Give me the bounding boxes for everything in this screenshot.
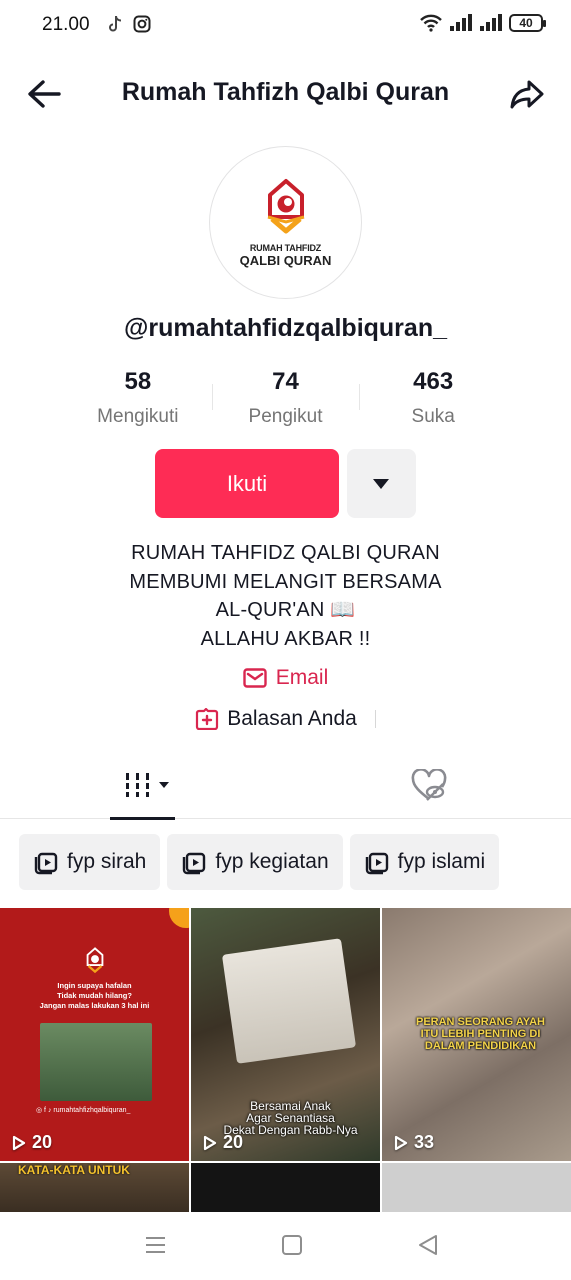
active-tab-underline	[110, 817, 175, 820]
profile-bio: RUMAH TAHFIDZ QALBI QURAN MEMBUMI MELANG…	[0, 539, 571, 653]
profile-header: Rumah Tahfizh Qalbi Quran	[0, 62, 571, 124]
your-replies-label: Balasan Anda	[227, 707, 357, 730]
playlist-label: fyp kegiatan	[215, 850, 329, 873]
divider	[374, 710, 376, 728]
share-button[interactable]	[507, 74, 547, 114]
thumbnail-logo-icon	[86, 947, 104, 974]
tab-liked-videos[interactable]	[410, 768, 448, 803]
avatar[interactable]: RUMAH TAHFIDZ QALBI QURAN	[209, 146, 362, 299]
video-thumbnail[interactable]	[191, 1163, 380, 1212]
play-icon	[12, 1135, 26, 1150]
stat-value: 74	[272, 368, 299, 395]
video-thumbnail[interactable]: KATA-KATA UNTUK	[0, 1163, 189, 1212]
envelope-icon	[243, 668, 267, 688]
video-thumbnail[interactable]: Ingin supaya hafalan Tidak mudah hilang?…	[0, 908, 189, 1161]
caret-down-icon	[373, 479, 389, 489]
playlist-chips: fyp sirah fyp kegiatan fyp islami	[19, 834, 500, 890]
view-count: 20	[203, 1132, 243, 1153]
follow-button[interactable]: Ikuti	[155, 449, 339, 518]
qalbi-quran-logo	[267, 179, 305, 234]
username: @rumahtahfidzqalbiquran_	[123, 314, 447, 342]
social-icons: ◎ f ♪	[36, 1107, 54, 1114]
thumbnail-handle: ◎ f ♪ rumahtahfizhqalbiquran_	[36, 1106, 130, 1114]
thumbnail-text-line: Tidak mudah hilang?	[57, 991, 132, 1000]
playlist-icon	[183, 852, 206, 875]
status-time: 21.00	[42, 14, 90, 35]
tab-videos[interactable]	[110, 757, 175, 820]
view-count: 20	[12, 1132, 52, 1153]
thumbnail-caption: PERAN SEORANG AYAH ITU LEBIH PENTING DI …	[400, 1016, 561, 1052]
signal-icon-2	[480, 14, 502, 31]
avatar-text-line2: QALBI QURAN	[239, 253, 332, 268]
thumbnail-caption-line: ITU LEBIH PENTING DI	[420, 1028, 541, 1040]
bio-line: AL-QUR'AN 📖	[215, 599, 356, 621]
home-icon[interactable]	[282, 1235, 302, 1255]
video-thumbnail[interactable]	[382, 1163, 571, 1212]
thumbnail-text-line: Jangan malas lakukan 3 hal ini	[39, 1001, 150, 1010]
bio-line: MEMBUMI MELANGIT BERSAMA	[129, 570, 442, 593]
video-thumbnail[interactable]: PERAN SEORANG AYAH ITU LEBIH PENTING DI …	[382, 908, 571, 1161]
thumbnail-caption: KATA-KATA UNTUK	[18, 1163, 130, 1177]
share-arrow-icon	[510, 80, 544, 109]
playlist-chip[interactable]: fyp sirah	[19, 834, 161, 890]
thumbnail-handle-text: rumahtahfizhqalbiquran_	[53, 1107, 131, 1114]
playlist-label: fyp islami	[397, 850, 486, 873]
stat-followers[interactable]: 74 Pengikut	[212, 368, 360, 432]
avatar-text-line1: RUMAH TAHFIDZ	[249, 243, 322, 253]
playlist-icon	[365, 852, 388, 875]
system-navigation-bar	[0, 1212, 571, 1280]
battery-icon: 40	[509, 14, 546, 32]
tiktok-notification-icon	[109, 15, 122, 32]
suggested-accounts-button[interactable]	[347, 449, 416, 518]
stat-value: 58	[124, 368, 152, 395]
add-reply-icon	[196, 708, 219, 730]
stat-following[interactable]: 58 Mengikuti	[64, 368, 212, 432]
stat-likes[interactable]: 463 Suka	[359, 368, 507, 432]
playlist-label: fyp sirah	[67, 850, 147, 873]
thumbnail-caption-line: PERAN SEORANG AYAH	[416, 1016, 545, 1028]
instagram-notification-icon	[133, 15, 151, 33]
quran-book-image	[221, 938, 357, 1064]
status-right-icons: 40	[419, 14, 546, 32]
hidden-heart-icon	[411, 768, 447, 801]
view-count-value: 33	[414, 1132, 435, 1152]
email-label: Email	[275, 666, 329, 689]
page-title: Rumah Tahfizh Qalbi Quran	[121, 78, 450, 106]
thumbnail-text: Ingin supaya hafalan Tidak mudah hilang?…	[16, 981, 173, 1011]
view-count-value: 20	[223, 1132, 244, 1152]
grid-columns-icon	[123, 773, 169, 797]
status-left-icons	[107, 15, 151, 34]
playlist-icon	[34, 852, 58, 875]
stat-label: Mengikuti	[97, 406, 179, 427]
playlist-chip[interactable]: fyp islami	[349, 834, 500, 890]
thumbnail-caption-line: DALAM PENDIDIKAN	[424, 1040, 537, 1052]
view-count-value: 20	[32, 1132, 53, 1152]
thumbnail-text-line: Ingin supaya hafalan	[57, 981, 132, 990]
quran-book-image	[40, 1023, 152, 1101]
wifi-icon	[420, 14, 442, 32]
recent-apps-icon[interactable]	[145, 1236, 166, 1254]
playlist-chip[interactable]: fyp kegiatan	[167, 834, 343, 890]
video-grid: Ingin supaya hafalan Tidak mudah hilang?…	[0, 908, 571, 1212]
back-button[interactable]	[24, 74, 64, 114]
back-triangle-icon[interactable]	[417, 1234, 439, 1256]
your-replies-link[interactable]: Balasan Anda	[0, 707, 571, 731]
profile-tabs	[0, 757, 571, 820]
play-icon	[203, 1135, 217, 1150]
bio-line: ALLAHU AKBAR !!	[200, 627, 371, 650]
stat-label: Suka	[411, 406, 455, 427]
view-count: 33	[394, 1132, 434, 1153]
play-icon	[394, 1135, 408, 1150]
stat-label: Pengikut	[248, 406, 323, 427]
thumbnail-caption: Bersamai Anak Agar Senantiasa Dekat Deng…	[211, 1100, 370, 1136]
signal-icon-1	[450, 14, 472, 31]
email-link[interactable]: Email	[0, 666, 571, 690]
bio-line: RUMAH TAHFIDZ QALBI QURAN	[131, 542, 440, 564]
arrow-left-icon	[28, 80, 61, 108]
decorative-corner	[169, 908, 189, 928]
video-thumbnail[interactable]: Bersamai Anak Agar Senantiasa Dekat Deng…	[191, 908, 380, 1161]
profile-stats: 58 Mengikuti 74 Pengikut 463 Suka	[64, 368, 507, 432]
stat-value: 463	[413, 368, 454, 395]
status-bar: 21.00 40	[0, 0, 571, 52]
